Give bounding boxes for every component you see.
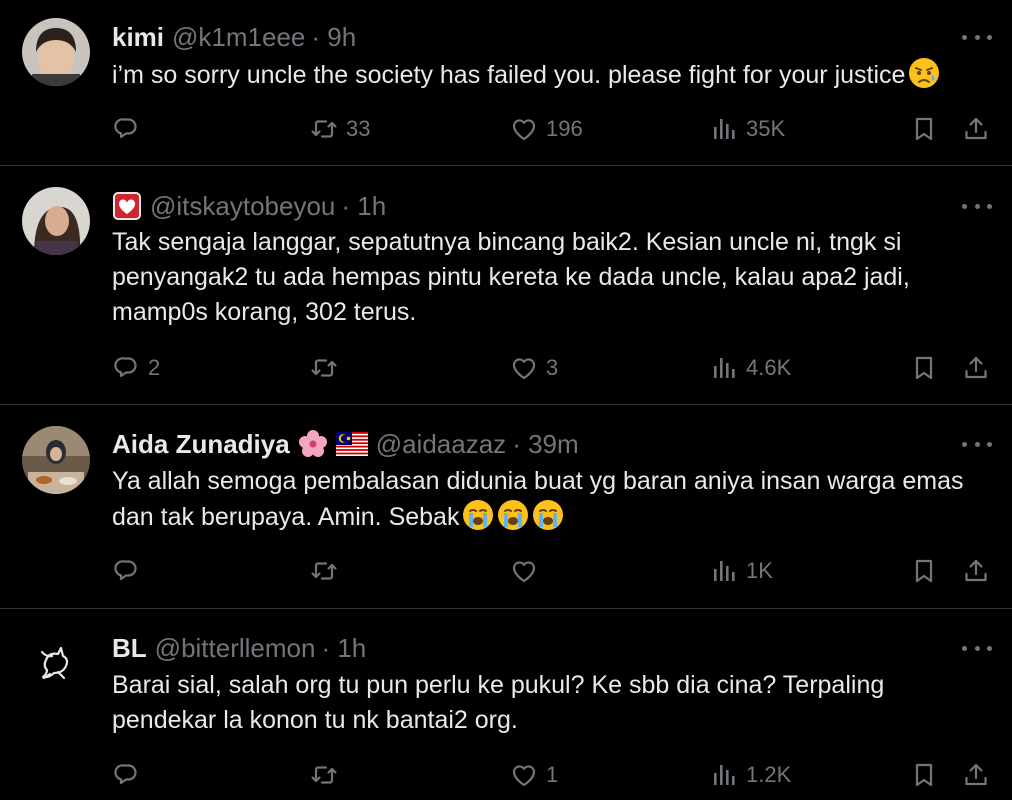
user-handle[interactable]: @itskaytobeyou <box>150 191 335 222</box>
like-button[interactable]: 196 <box>510 114 583 144</box>
reply-button[interactable] <box>112 556 148 586</box>
retweet-count: 33 <box>346 116 371 141</box>
bookmark-icon <box>915 117 933 141</box>
timestamp[interactable]: · 1h <box>341 191 386 222</box>
share-button[interactable] <box>962 353 990 383</box>
like-count: 3 <box>546 355 559 380</box>
avatar[interactable] <box>22 187 90 255</box>
bookmark-icon <box>915 763 933 787</box>
retweet-icon <box>311 766 337 784</box>
display-name[interactable]: kimi <box>112 22 164 53</box>
tweet-text: Tak sengaja langgar, sepatutnya bincang … <box>112 228 910 326</box>
analytics-icon <box>714 119 735 139</box>
user-handle[interactable]: @aidaazaz <box>376 429 506 460</box>
like-count: 196 <box>546 116 583 141</box>
timestamp[interactable]: · 1h <box>321 633 366 664</box>
bookmark-button[interactable] <box>910 114 938 144</box>
retweet-icon <box>311 359 337 377</box>
analytics-icon <box>714 358 735 378</box>
view-count: 4.6K <box>746 355 792 380</box>
views-button[interactable]: 4.6K <box>710 353 791 383</box>
user-handle[interactable]: @k1m1eee <box>172 22 305 53</box>
reply-icon <box>114 118 137 139</box>
tweet[interactable]: @itskaytobeyou · 1h Tak sengaja langgar,… <box>0 167 1012 405</box>
tweet-text: i’m so sorry uncle the society has faile… <box>112 57 992 93</box>
heart-icon <box>512 765 536 787</box>
retweet-icon <box>311 120 337 138</box>
reply-button[interactable] <box>112 760 148 790</box>
view-count: 1.2K <box>746 762 792 787</box>
tweet-text: Barai sial, salah org tu pun perlu ke pu… <box>112 671 885 734</box>
more-options-icon[interactable] <box>962 20 992 54</box>
share-icon <box>965 117 987 140</box>
timestamp[interactable]: · 39m <box>512 429 578 460</box>
display-name[interactable]: Aida Zunadiya <box>112 429 290 460</box>
retweet-icon <box>311 562 337 580</box>
tweet-text: Ya allah semoga pembalasan didunia buat … <box>112 467 964 531</box>
retweet-button[interactable] <box>310 353 346 383</box>
heart-icon <box>512 358 536 380</box>
share-button[interactable] <box>962 556 990 586</box>
views-button[interactable]: 1.2K <box>710 760 791 790</box>
share-icon <box>965 356 987 379</box>
reply-count: 2 <box>148 355 161 380</box>
like-count: 1 <box>546 762 559 787</box>
share-button[interactable] <box>962 760 990 790</box>
bookmark-button[interactable] <box>910 760 938 790</box>
avatar[interactable] <box>22 630 90 698</box>
like-button[interactable] <box>510 556 546 586</box>
reply-icon <box>114 560 137 581</box>
retweet-button[interactable] <box>310 760 346 790</box>
loudly-crying-emoji <box>462 499 495 531</box>
analytics-icon <box>714 561 735 581</box>
display-name[interactable]: BL <box>112 633 147 664</box>
views-button[interactable]: 35K <box>710 114 785 144</box>
loudly-crying-emoji <box>497 499 530 531</box>
hibiscus-icon <box>298 430 327 457</box>
more-options-icon[interactable] <box>962 427 992 461</box>
heart-badge-icon <box>113 192 141 220</box>
bird-outline-icon <box>40 646 69 680</box>
view-count: 35K <box>746 116 786 141</box>
avatar[interactable] <box>22 18 90 86</box>
reply-icon <box>114 357 137 378</box>
bookmark-button[interactable] <box>910 353 938 383</box>
bookmark-icon <box>915 559 933 583</box>
heart-icon <box>512 119 536 141</box>
share-button[interactable] <box>962 114 990 144</box>
more-options-icon[interactable] <box>962 189 992 223</box>
tweet[interactable]: kimi @k1m1eee · 9h i’m so sorry uncle th… <box>0 0 1012 166</box>
bookmark-button[interactable] <box>910 556 938 586</box>
sad-but-relieved-emoji <box>908 57 941 89</box>
avatar[interactable] <box>22 426 90 494</box>
like-button[interactable]: 3 <box>510 353 558 383</box>
retweet-button[interactable]: 33 <box>310 114 370 144</box>
timestamp[interactable]: · 9h <box>311 22 356 53</box>
heart-icon <box>512 561 536 583</box>
views-button[interactable]: 1K <box>710 556 773 586</box>
reply-icon <box>114 764 137 785</box>
reply-button[interactable]: 2 <box>112 353 160 383</box>
share-icon <box>965 559 987 582</box>
loudly-crying-emoji <box>532 499 565 531</box>
tweet[interactable]: Aida Zunadiya @aidaazaz · 39m Ya allah s… <box>0 406 1012 609</box>
share-icon <box>965 763 987 786</box>
reply-button[interactable] <box>112 114 148 144</box>
more-options-icon[interactable] <box>962 631 992 665</box>
like-button[interactable]: 1 <box>510 760 558 790</box>
bookmark-icon <box>915 356 933 380</box>
view-count: 1K <box>746 558 773 583</box>
retweet-button[interactable] <box>310 556 346 586</box>
analytics-icon <box>714 765 735 785</box>
tweet[interactable]: BL @bitterllemon · 1h Barai sial, salah … <box>0 610 1012 800</box>
user-handle[interactable]: @bitterllemon <box>155 633 316 664</box>
malaysia-flag-icon <box>335 432 368 456</box>
